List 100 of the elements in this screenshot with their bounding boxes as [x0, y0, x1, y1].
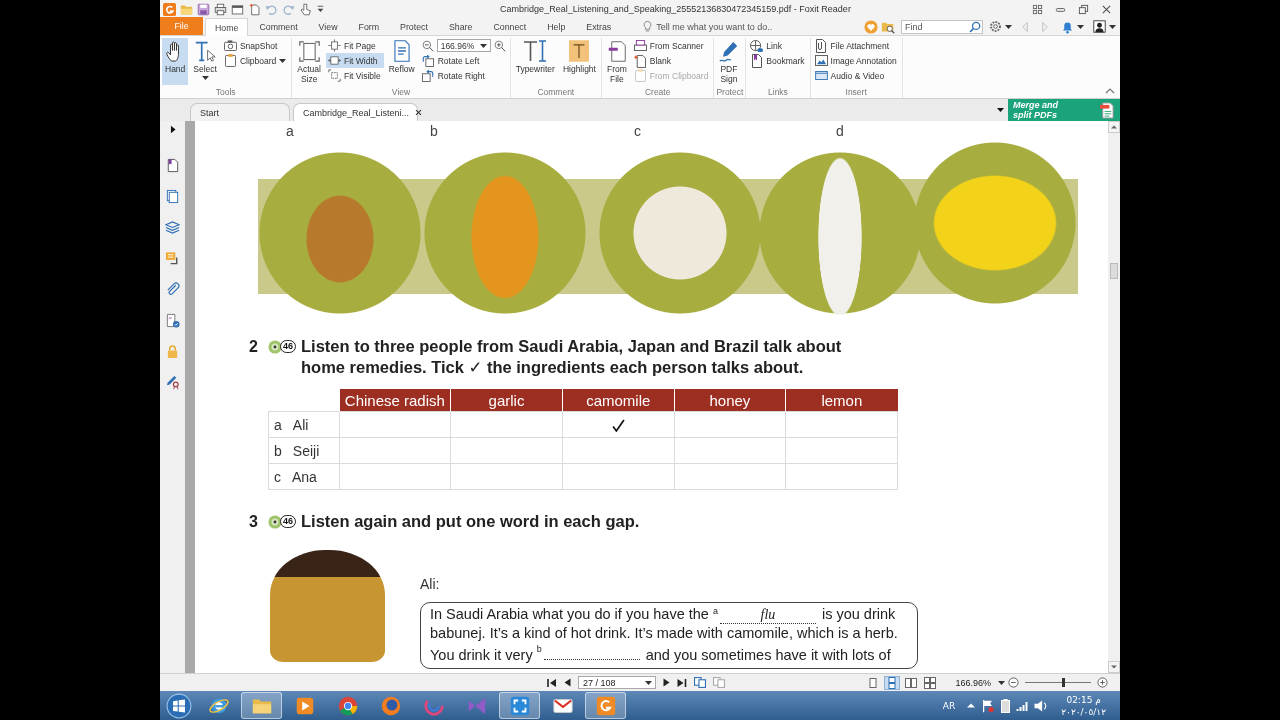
ribbon-button[interactable]: Reflow	[385, 38, 418, 85]
menu-tab[interactable]: Home	[205, 18, 249, 36]
ribbon-button[interactable]: Bookmark	[748, 53, 808, 68]
zoom-out-icon[interactable]	[421, 39, 434, 52]
ribbon-button[interactable]: Hand	[162, 38, 189, 85]
document-tab[interactable]: Start	[190, 103, 290, 121]
taskbar-button[interactable]	[499, 692, 540, 719]
ribbon-button[interactable]: Typewriter	[512, 38, 558, 85]
grid-icon[interactable]	[1032, 3, 1043, 15]
view-mode-button[interactable]	[884, 675, 901, 690]
window-icon[interactable]	[231, 2, 244, 16]
pen-certificate-icon[interactable]	[165, 375, 180, 390]
caret-icon[interactable]	[997, 108, 1004, 112]
pdf-document-icon[interactable]	[1099, 101, 1114, 119]
gear-icon[interactable]	[989, 20, 1002, 33]
speaker-icon[interactable]	[1034, 699, 1048, 712]
app-logo-icon	[594, 694, 617, 717]
device-icon[interactable]	[1001, 698, 1011, 713]
bookmark-icon[interactable]	[165, 158, 180, 173]
page-number-field[interactable]: 27 / 108	[578, 676, 656, 689]
app-logo-icon[interactable]	[163, 2, 176, 16]
scroll-up-icon[interactable]	[1108, 121, 1120, 133]
ribbon-button[interactable]: Highlight	[559, 38, 599, 85]
scrollbar[interactable]	[1108, 121, 1120, 673]
print-icon[interactable]	[214, 2, 227, 16]
previous-page-icon[interactable]	[564, 678, 571, 687]
zoom-level[interactable]: 166.96%	[955, 677, 991, 688]
ribbon-button[interactable]: Rotate Right	[419, 68, 508, 83]
view-mode-button[interactable]	[922, 675, 939, 690]
comments-icon[interactable]	[165, 251, 180, 266]
capture-frame-icon	[508, 694, 531, 717]
search-icon[interactable]	[969, 20, 981, 33]
flag-icon[interactable]	[981, 698, 996, 713]
ribbon-button[interactable]: SnapShot	[221, 38, 290, 53]
zoom-combo[interactable]: 166.96%	[436, 39, 491, 52]
paperclip-icon[interactable]	[165, 282, 180, 297]
caret-icon[interactable]	[479, 43, 487, 48]
signal-bars-icon[interactable]	[1016, 700, 1029, 711]
restore-icon[interactable]	[1078, 3, 1089, 15]
caret-icon[interactable]	[998, 680, 1005, 685]
passage-text: In Saudi Arabia what you do if you have the	[430, 605, 709, 624]
ribbon-button[interactable]: Actual Size	[294, 38, 324, 85]
ribbon-button[interactable]: Fit Width	[325, 53, 384, 68]
ribbon-button[interactable]: Fit Visible	[325, 68, 384, 83]
menu-tab[interactable]: Extras	[576, 18, 622, 35]
touch-hand-icon[interactable]	[299, 2, 312, 16]
ribbon-button[interactable]: From File	[603, 38, 630, 85]
ribbon-button[interactable]: Blank	[631, 53, 712, 68]
layers-icon[interactable]	[165, 220, 180, 235]
rotate-left-icon	[422, 54, 435, 67]
clock-time[interactable]: 02:15 م	[1066, 693, 1101, 706]
zoom-in-icon[interactable]	[493, 39, 506, 52]
last-page-icon[interactable]	[677, 677, 687, 688]
zoom-out-icon[interactable]	[1008, 677, 1019, 688]
save-icon[interactable]	[197, 2, 210, 16]
ribbon-button[interactable]: File Attachment	[812, 38, 900, 53]
menu-tab[interactable]: View	[308, 18, 348, 35]
menu-tab[interactable]: Comment	[249, 18, 308, 35]
signature-check-icon[interactable]	[165, 313, 180, 328]
ribbon-button[interactable]: From Scanner	[631, 38, 712, 53]
expand-arrow-icon[interactable]	[169, 125, 176, 134]
pages-icon[interactable]	[165, 189, 180, 204]
user-avatar-icon[interactable]	[1093, 20, 1106, 33]
menu-tab[interactable]: Help	[537, 18, 576, 35]
ribbon-button[interactable]: Select	[190, 38, 220, 85]
tell-me-field[interactable]: Tell me what you want to do..	[653, 19, 785, 34]
close-icon[interactable]	[1101, 3, 1112, 15]
ribbon-button[interactable]: Link	[748, 38, 808, 53]
ribbon-button[interactable]: Clipboard	[221, 53, 290, 68]
slider-thumb[interactable]	[1061, 678, 1065, 687]
caret-icon[interactable]	[1005, 24, 1012, 29]
stacked-pages-icon[interactable]	[694, 677, 706, 688]
zoom-in-icon[interactable]	[1097, 677, 1108, 688]
menu-tab[interactable]: Protect	[390, 18, 438, 35]
view-mode-button[interactable]	[903, 675, 920, 690]
caret-icon[interactable]	[645, 680, 652, 685]
find-field[interactable]: Find	[901, 19, 983, 34]
ribbon-button[interactable]: Fit Page	[325, 38, 384, 53]
first-page-icon[interactable]	[547, 677, 557, 688]
scroll-down-icon[interactable]	[1108, 661, 1120, 673]
start-orb-icon[interactable]	[166, 692, 192, 719]
new-document-icon[interactable]	[248, 2, 261, 16]
caret-icon[interactable]	[1077, 24, 1084, 29]
menu-tab[interactable]: Connect	[483, 18, 537, 35]
ribbon-button[interactable]: Rotate Left	[419, 53, 508, 68]
next-page-icon[interactable]	[663, 678, 670, 687]
ribbon-button[interactable]: Audio & Video	[812, 68, 900, 83]
ribbon-button[interactable]: PDF Sign	[716, 38, 742, 85]
caret-icon[interactable]	[1109, 24, 1116, 29]
language-indicator[interactable]: AR	[942, 700, 956, 711]
chevron-up-icon[interactable]	[967, 703, 976, 708]
close-icon[interactable]	[415, 109, 423, 116]
menu-tab[interactable]: Share	[438, 18, 483, 35]
taskbar-button[interactable]	[585, 692, 626, 719]
ribbon-button[interactable]: Image Annotation	[812, 53, 900, 68]
clock-date[interactable]: ٢٠٢٠/٠٥/١٢	[1061, 705, 1106, 718]
menu-tab[interactable]: Form	[348, 18, 390, 35]
group-label: Protect	[716, 87, 744, 97]
collapse-icon[interactable]	[1105, 87, 1115, 94]
scrollbar-thumb[interactable]	[1110, 263, 1118, 279]
